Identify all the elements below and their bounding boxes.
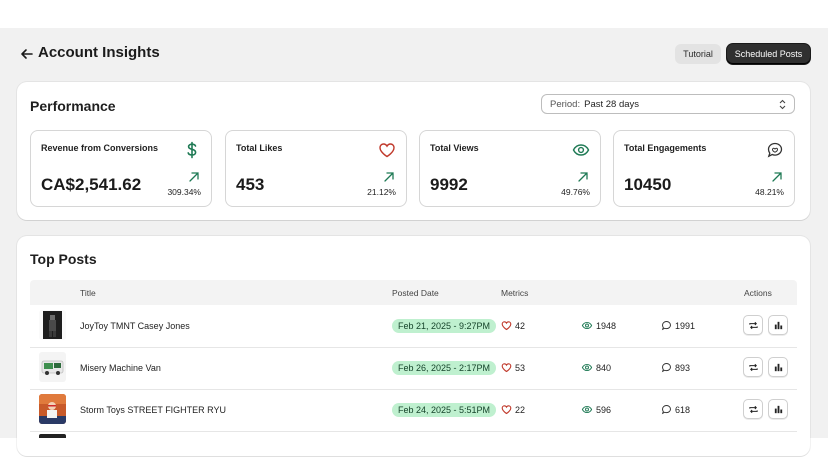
table-row[interactable]: Misery Machine Van Feb 26, 2025 - 2:17PM… xyxy=(30,347,797,390)
chat-icon xyxy=(661,363,671,373)
metric-change: 21.12% xyxy=(367,187,396,197)
post-thumbnail xyxy=(39,352,66,382)
metric-label: Revenue from Conversions xyxy=(41,143,159,153)
comments-metric: 1991 xyxy=(661,320,695,331)
dollar-icon xyxy=(187,141,197,159)
metric-label: Total Views xyxy=(430,143,479,153)
metric-change: 48.21% xyxy=(755,187,784,197)
metric-card-likes: Total Likes 453 21.12% xyxy=(225,130,407,207)
heart-icon xyxy=(379,143,395,158)
analytics-button[interactable] xyxy=(768,315,788,335)
eye-icon xyxy=(581,363,593,372)
period-value: Past 28 days xyxy=(584,98,640,110)
performance-title: Performance xyxy=(30,98,116,114)
posted-date-badge: Feb 24, 2025 - 5:51PM xyxy=(392,403,497,417)
tutorial-button[interactable]: Tutorial xyxy=(675,44,721,64)
posted-date-badge: Feb 26, 2025 - 2:17PM xyxy=(392,361,497,375)
metric-label: Total Likes xyxy=(236,143,283,153)
likes-metric: 53 xyxy=(501,362,525,373)
bar-chart-icon xyxy=(774,405,782,413)
comments-count: 1991 xyxy=(675,320,696,331)
top-posts-title: Top Posts xyxy=(30,251,97,267)
bar-chart-icon xyxy=(774,363,782,371)
likes-count: 42 xyxy=(515,320,526,331)
performance-card: Performance Period: Past 28 days Revenue… xyxy=(17,82,810,220)
analytics-button[interactable] xyxy=(768,357,788,377)
column-header-posted-date: Posted Date xyxy=(392,288,439,298)
repost-button[interactable] xyxy=(743,315,763,335)
table-row[interactable]: JoyToy TMNT Casey Jones Feb 21, 2025 - 9… xyxy=(30,305,797,348)
likes-metric: 22 xyxy=(501,404,525,415)
eye-icon xyxy=(581,405,593,414)
bar-chart-icon xyxy=(774,321,782,329)
comments-count: 618 xyxy=(675,404,691,415)
metric-value: 453 xyxy=(236,175,265,194)
comments-metric: 618 xyxy=(661,404,690,415)
metric-change: 309.34% xyxy=(167,187,201,197)
metric-card-engagements: Total Engagements 10450 48.21% xyxy=(613,130,795,207)
metric-label: Total Engagements xyxy=(624,143,707,153)
table-row[interactable]: Storm Toys STREET FIGHTER RYU Feb 24, 20… xyxy=(30,389,797,432)
metric-card-revenue: Revenue from Conversions CA$2,541.62 309… xyxy=(30,130,212,207)
post-title[interactable]: JoyToy TMNT Casey Jones xyxy=(80,321,190,331)
heart-icon xyxy=(501,363,512,373)
repeat-icon xyxy=(748,363,758,371)
period-select[interactable]: Period: Past 28 days xyxy=(541,94,795,114)
post-title[interactable]: Storm Toys STREET FIGHTER RYU xyxy=(80,405,226,415)
eye-icon xyxy=(572,144,590,156)
heart-icon xyxy=(501,405,512,415)
column-header-metrics: Metrics xyxy=(501,288,529,298)
views-count: 840 xyxy=(596,362,612,373)
views-metric: 840 xyxy=(581,362,611,373)
post-thumbnail-partial xyxy=(39,434,66,438)
metric-card-views: Total Views 9992 49.76% xyxy=(419,130,601,207)
metric-change: 49.76% xyxy=(561,187,590,197)
repeat-icon xyxy=(748,321,758,329)
posted-date-badge: Feb 21, 2025 - 9:27PM xyxy=(392,319,497,333)
metric-value: CA$2,541.62 xyxy=(41,175,142,194)
views-count: 596 xyxy=(596,404,612,415)
likes-metric: 42 xyxy=(501,320,525,331)
trend-up-icon xyxy=(578,172,588,182)
post-thumbnail xyxy=(39,310,66,340)
back-arrow-icon[interactable] xyxy=(18,45,36,63)
post-title[interactable]: Misery Machine Van xyxy=(80,363,161,373)
trend-up-icon xyxy=(772,172,782,182)
metric-value: 10450 xyxy=(624,175,672,194)
chat-icon xyxy=(661,321,671,331)
repost-button[interactable] xyxy=(743,357,763,377)
trend-up-icon xyxy=(384,172,394,182)
page-title: Account Insights xyxy=(38,44,160,61)
repeat-icon xyxy=(748,405,758,413)
heart-icon xyxy=(501,321,512,331)
views-metric: 1948 xyxy=(581,320,616,331)
repost-button[interactable] xyxy=(743,399,763,419)
chat-icon xyxy=(767,142,783,158)
likes-count: 53 xyxy=(515,362,526,373)
post-thumbnail xyxy=(39,394,66,424)
column-header-actions: Actions xyxy=(744,288,772,298)
likes-count: 22 xyxy=(515,404,526,415)
eye-icon xyxy=(581,321,593,330)
trend-up-icon xyxy=(189,172,199,182)
table-header: Title Posted Date Metrics Actions xyxy=(30,280,797,305)
views-count: 1948 xyxy=(596,320,617,331)
comments-metric: 893 xyxy=(661,362,690,373)
column-header-title: Title xyxy=(80,288,96,298)
comments-count: 893 xyxy=(675,362,691,373)
chat-icon xyxy=(661,405,671,415)
top-posts-card: Top Posts Title Posted Date Metrics Acti… xyxy=(17,236,810,456)
views-metric: 596 xyxy=(581,404,611,415)
metric-value: 9992 xyxy=(430,175,468,194)
analytics-button[interactable] xyxy=(768,399,788,419)
period-label: Period: xyxy=(550,98,581,110)
scheduled-posts-button[interactable]: Scheduled Posts xyxy=(727,44,810,64)
select-chevron-icon xyxy=(779,99,786,110)
